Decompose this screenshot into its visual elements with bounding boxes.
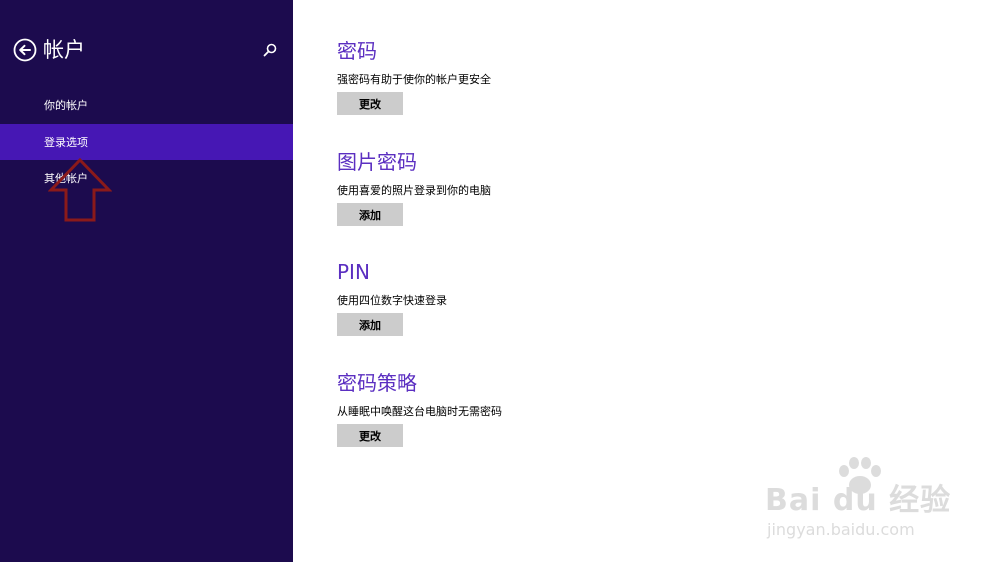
back-arrow-icon[interactable] [13, 38, 37, 62]
password-policy-section: 密码策略 从睡眠中唤醒这台电脑时无需密码 更改 [337, 371, 737, 447]
change-password-button[interactable]: 更改 [337, 92, 403, 115]
section-heading: 密码策略 [337, 371, 417, 395]
password-section: 密码 强密码有助于使你的帐户更安全 更改 [337, 39, 737, 115]
sidebar-header: 帐户 [13, 36, 85, 64]
paw-logo-icon [839, 457, 881, 494]
section-description: 强密码有助于使你的帐户更安全 [337, 73, 491, 86]
section-description: 使用四位数字快速登录 [337, 294, 447, 307]
watermark: Bai du 经验 jingyan.baidu.com [765, 455, 960, 550]
section-description: 从睡眠中唤醒这台电脑时无需密码 [337, 405, 502, 418]
section-heading: PIN [337, 260, 370, 284]
section-heading: 密码 [337, 39, 377, 63]
picture-password-section: 图片密码 使用喜爱的照片登录到你的电脑 添加 [337, 150, 737, 226]
sidebar-item-label: 你的帐户 [44, 99, 88, 112]
sidebar-item-your-account[interactable]: 你的帐户 [0, 87, 293, 123]
section-description: 使用喜爱的照片登录到你的电脑 [337, 184, 491, 197]
sidebar-item-label: 登录选项 [44, 136, 88, 149]
sidebar-item-label: 其他帐户 [44, 172, 88, 185]
watermark-brand: Bai du 经验 [765, 483, 952, 518]
page-title: 帐户 [43, 38, 85, 62]
change-password-policy-button[interactable]: 更改 [337, 424, 403, 447]
pin-section: PIN 使用四位数字快速登录 添加 [337, 260, 737, 336]
add-picture-password-button[interactable]: 添加 [337, 203, 403, 226]
main-content: 密码 强密码有助于使你的帐户更安全 更改 图片密码 使用喜爱的照片登录到你的电脑… [337, 0, 737, 565]
sidebar-item-sign-in-options[interactable]: 登录选项 [0, 124, 293, 160]
section-heading: 图片密码 [337, 150, 417, 174]
watermark-url: jingyan.baidu.com [767, 520, 915, 539]
search-icon[interactable] [262, 42, 278, 58]
sidebar: 帐户 你的帐户 登录选项 其他帐户 [0, 0, 293, 562]
sidebar-item-other-accounts[interactable]: 其他帐户 [0, 160, 293, 196]
add-pin-button[interactable]: 添加 [337, 313, 403, 336]
